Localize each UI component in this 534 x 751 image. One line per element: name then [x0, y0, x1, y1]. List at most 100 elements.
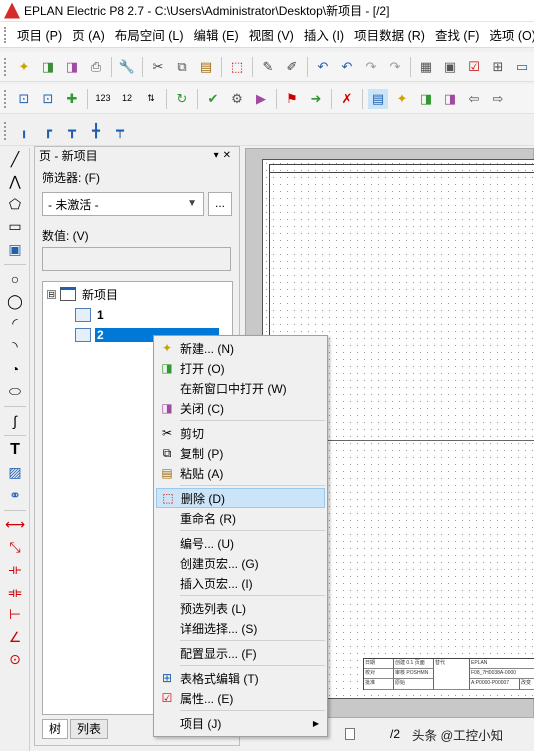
menu-options[interactable]: 选项 (O) — [484, 25, 534, 44]
open-page-icon[interactable]: ◨ — [416, 89, 436, 109]
sector-icon[interactable]: ◔ — [0, 358, 30, 381]
filter-more-button[interactable]: ... — [208, 192, 232, 216]
t-double-icon[interactable]: ┯ — [110, 121, 130, 141]
disable-icon[interactable]: ✗ — [337, 89, 357, 109]
menu-view[interactable]: 视图 (V) — [244, 25, 299, 44]
paste-icon[interactable]: ▤ — [196, 57, 216, 77]
next-page-icon[interactable]: ⇨ — [488, 89, 508, 109]
rectangle-icon[interactable]: ▭ — [0, 216, 30, 239]
close-page-icon[interactable]: ◨ — [440, 89, 460, 109]
graphic-icon[interactable]: ▣ — [440, 57, 460, 77]
polyline-icon[interactable]: ⋀ — [0, 171, 30, 194]
play-icon[interactable]: ▶ — [251, 89, 271, 109]
corner-icon[interactable]: ┏ — [38, 121, 58, 141]
bookmark-icon[interactable]: ⚑ — [282, 89, 302, 109]
menu-item-new[interactable]: ✦ 新建... (N) — [156, 338, 325, 358]
dimension-chain-icon[interactable]: ⟛ — [0, 559, 30, 582]
toolbar-grip-icon[interactable] — [4, 89, 8, 108]
circle-icon[interactable]: ○ — [0, 268, 30, 291]
new-project-icon[interactable]: ✦ — [14, 57, 34, 77]
checklist-icon[interactable]: ☑ — [464, 57, 484, 77]
menu-project[interactable]: 项目 (P) — [12, 25, 67, 44]
puzzle-icon[interactable]: ✚ — [62, 89, 82, 109]
prev-page-icon[interactable]: ⇦ — [464, 89, 484, 109]
menu-insert[interactable]: 插入 (I) — [299, 25, 349, 44]
arc-icon[interactable]: ◜ — [0, 313, 30, 336]
toolbar-grip-icon[interactable] — [4, 57, 8, 76]
panel-menu-icon[interactable]: ▾ — [214, 150, 223, 161]
connection-point-down-icon[interactable]: ╻ — [14, 121, 34, 141]
text-icon[interactable]: T — [0, 439, 30, 462]
copy-icon[interactable]: ⧉ — [172, 57, 192, 77]
spline-icon[interactable]: ∫ — [0, 410, 30, 433]
menu-item-insert-page-macro[interactable]: 插入页宏... (I) — [156, 573, 325, 593]
new-page-icon[interactable]: ✦ — [392, 89, 412, 109]
value-input[interactable] — [42, 247, 231, 271]
dimension-base-icon[interactable]: ⟚ — [0, 581, 30, 604]
menu-item-open-new-window[interactable]: 在新窗口中打开 (W) — [156, 378, 325, 398]
renumber-icon[interactable]: 12 — [117, 89, 137, 109]
line-icon[interactable]: ╱ — [0, 148, 30, 171]
open-project-icon[interactable]: ◨ — [38, 57, 58, 77]
menu-item-configure-display[interactable]: 配置显示... (F) — [156, 643, 325, 663]
tab-tree[interactable]: 树 — [42, 719, 69, 739]
undo-list-icon[interactable]: ↶ — [313, 57, 333, 77]
menu-item-create-page-macro[interactable]: 创建页宏... (G) — [156, 553, 325, 573]
format-painter-icon[interactable]: ✎ — [258, 57, 278, 77]
menu-edit[interactable]: 编辑 (E) — [189, 25, 244, 44]
tree-root[interactable]: ⊟ 新项目 — [47, 285, 120, 303]
menu-item-close[interactable]: ◨ 关闭 (C) — [156, 398, 325, 418]
menu-item-numbering[interactable]: 编号... (U) — [156, 533, 325, 553]
menu-item-table-edit[interactable]: ⊞ 表格式编辑 (T) — [156, 668, 325, 688]
dimension-linear-icon[interactable]: ⟷ — [0, 514, 30, 537]
menu-project-data[interactable]: 项目数据 (R) — [349, 25, 430, 44]
dimension-angle-icon[interactable]: ∠ — [0, 626, 30, 649]
menu-find[interactable]: 查找 (F) — [430, 25, 484, 44]
brush-icon[interactable]: ✐ — [282, 57, 302, 77]
tree-page-1[interactable]: 1 — [75, 306, 106, 324]
dimension-radius-icon[interactable]: ⊙ — [0, 649, 30, 672]
arc-3pt-icon[interactable]: ◝ — [0, 335, 30, 358]
delete-selection-icon[interactable]: ⬚ — [227, 57, 247, 77]
menu-item-preselection-list[interactable]: 预选列表 (L) — [156, 598, 325, 618]
page-view-icon[interactable]: ▤ — [368, 88, 388, 109]
arrow-icon[interactable]: ➜ — [306, 89, 326, 109]
menu-item-copy[interactable]: ⧉ 复制 (P) — [156, 443, 325, 463]
menu-layout-space[interactable]: 布局空间 (L) — [110, 25, 189, 44]
redo-list-icon[interactable]: ↷ — [385, 57, 405, 77]
filter-dropdown[interactable]: - 未激活 - ▼ — [42, 192, 204, 216]
menu-item-rename[interactable]: 重命名 (R) — [156, 508, 325, 528]
collapse-icon[interactable]: ⊟ — [47, 289, 56, 299]
wrench-icon[interactable]: 🔧 — [117, 57, 137, 77]
dimension-incremental-icon[interactable]: ⊢ — [0, 604, 30, 627]
hyperlink-icon[interactable]: ⚭ — [0, 484, 30, 507]
page-nav-icon[interactable]: ⊡ — [14, 89, 34, 109]
menu-item-cut[interactable]: ✂ 剪切 — [156, 423, 325, 443]
tab-list[interactable]: 列表 — [70, 719, 109, 739]
menu-page[interactable]: 页 (A) — [67, 25, 110, 44]
undo-icon[interactable]: ↶ — [337, 57, 357, 77]
dimension-aligned-icon[interactable]: ⤡ — [0, 536, 30, 559]
menu-item-paste[interactable]: ▤ 粘贴 (A) — [156, 463, 325, 483]
t-junction-icon[interactable]: ┳ — [62, 121, 82, 141]
refresh-icon[interactable]: ↻ — [172, 89, 192, 109]
ellipse-icon[interactable]: ⬭ — [0, 380, 30, 403]
circle-2pt-icon[interactable]: ◯ — [0, 290, 30, 313]
image-frame-icon[interactable]: ▣ — [0, 238, 30, 261]
menubar-grip-icon[interactable] — [4, 26, 6, 43]
settings-icon[interactable]: ⚙ — [227, 89, 247, 109]
check-run-icon[interactable]: ✔ — [203, 89, 223, 109]
redo-icon[interactable]: ↷ — [361, 57, 381, 77]
cross-icon[interactable]: ╋ — [86, 121, 106, 141]
sort-icon[interactable]: ⇅ — [141, 89, 161, 109]
window-icon[interactable]: ▭ — [512, 57, 532, 77]
menu-item-open[interactable]: ◨ 打开 (O) — [156, 358, 325, 378]
menu-item-properties[interactable]: ☑ 属性... (E) — [156, 688, 325, 708]
close-project-icon[interactable]: ◨ — [62, 57, 82, 77]
numbering-icon[interactable]: 123 — [93, 89, 113, 109]
image-icon[interactable]: ▨ — [0, 462, 30, 485]
cut-icon[interactable]: ✂ — [148, 57, 168, 77]
grid-icon[interactable]: ⊞ — [488, 57, 508, 77]
panel-close-icon[interactable]: ✕ — [223, 150, 235, 161]
print-icon[interactable]: ⎙ — [86, 57, 106, 77]
